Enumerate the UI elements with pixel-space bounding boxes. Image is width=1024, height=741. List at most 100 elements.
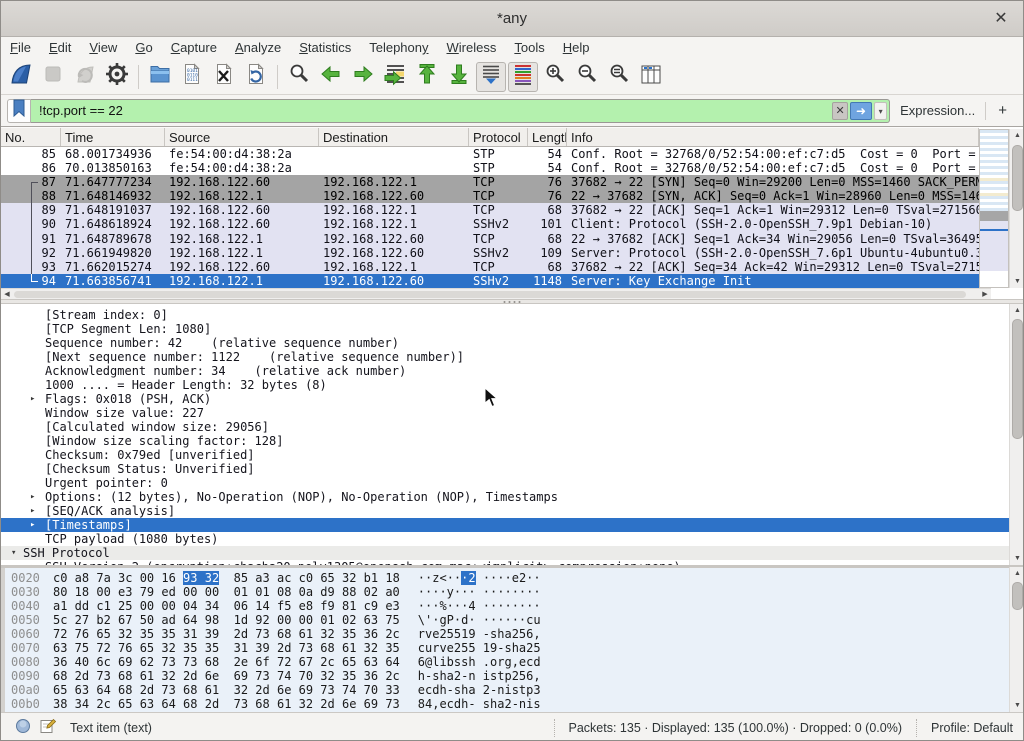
scroll-down-arrow[interactable]: ▼ — [1010, 699, 1024, 712]
column-header-no[interactable]: No. — [1, 128, 61, 146]
detail-line[interactable]: Acknowledgment number: 34 (relative ack … — [1, 364, 1009, 378]
column-header-length[interactable]: Length — [528, 128, 567, 146]
detail-line[interactable]: 1000 .... = Header Length: 32 bytes (8) — [1, 378, 1009, 392]
menu-view[interactable]: View — [80, 37, 126, 59]
packet-list-minimap[interactable] — [979, 129, 1009, 288]
detail-line[interactable]: Sequence number: 42 (relative sequence n… — [1, 336, 1009, 350]
hex-row[interactable]: 006072 76 65 32 35 35 31 39 2d 73 68 61 … — [1, 627, 1009, 641]
packet-list-horizontal-scrollbar[interactable]: ◀ ▶ — [1, 288, 991, 299]
scroll-down-arrow[interactable]: ▼ — [1010, 552, 1024, 565]
hex-row[interactable]: 009068 2d 73 68 61 32 2d 6e 69 73 74 70 … — [1, 669, 1009, 683]
file-open-button[interactable] — [145, 62, 175, 92]
detail-line[interactable]: [Stream index: 0] — [1, 308, 1009, 322]
detail-line[interactable]: ▸Flags: 0x018 (PSH, ACK) — [1, 392, 1009, 406]
menu-analyze[interactable]: Analyze — [226, 37, 290, 59]
capture-options-button[interactable] — [102, 62, 132, 92]
file-save-button[interactable]: 010101100111 — [177, 62, 207, 92]
close-button[interactable]: ✕ — [991, 9, 1011, 29]
packet-row[interactable]: 9171.648789678192.168.122.1192.168.122.6… — [1, 232, 979, 246]
detail-line[interactable]: Window size value: 227 — [1, 406, 1009, 420]
file-close-button[interactable] — [209, 62, 239, 92]
resize-columns-button[interactable] — [636, 62, 666, 92]
filter-history-dropdown[interactable]: ▾ — [874, 102, 887, 120]
scrollbar-thumb[interactable] — [1012, 145, 1023, 211]
capture-start-button[interactable] — [6, 62, 36, 92]
filter-bookmark-button[interactable] — [7, 99, 31, 123]
zoom-out-button[interactable] — [572, 62, 602, 92]
go-next-button[interactable] — [348, 62, 378, 92]
profile-status[interactable]: Profile: Default — [916, 719, 1023, 737]
go-last-button[interactable] — [444, 62, 474, 92]
go-first-button[interactable] — [412, 62, 442, 92]
column-header-protocol[interactable]: Protocol — [469, 128, 528, 146]
zoom-original-button[interactable] — [604, 62, 634, 92]
auto-scroll-button[interactable] — [476, 62, 506, 92]
packet-row[interactable]: 9471.663856741192.168.122.1192.168.122.6… — [1, 274, 979, 288]
hex-row[interactable]: 007063 75 72 76 65 32 35 35 31 39 2d 73 … — [1, 641, 1009, 655]
go-to-packet-button[interactable] — [380, 62, 410, 92]
menu-statistics[interactable]: Statistics — [290, 37, 360, 59]
column-header-source[interactable]: Source — [165, 128, 319, 146]
zoom-in-button[interactable] — [540, 62, 570, 92]
packet-row[interactable]: 8971.648191037192.168.122.60192.168.122.… — [1, 203, 979, 217]
detail-vertical-scrollbar[interactable]: ▲ ▼ — [1009, 304, 1024, 565]
detail-line[interactable]: TCP payload (1080 bytes) — [1, 532, 1009, 546]
colorize-button[interactable] — [508, 62, 538, 92]
packet-list-vertical-scrollbar[interactable]: ▲ ▼ — [1009, 129, 1024, 288]
scrollbar-thumb[interactable] — [1012, 582, 1023, 610]
detail-line[interactable]: ▾SSH Protocol — [1, 546, 1009, 560]
expander-closed-icon[interactable]: ▸ — [30, 504, 35, 518]
menu-help[interactable]: Help — [554, 37, 599, 59]
detail-line[interactable]: ▸[SEQ/ACK analysis] — [1, 504, 1009, 518]
expander-open-icon[interactable]: ▾ — [11, 546, 16, 560]
scroll-down-arrow[interactable]: ▼ — [1010, 275, 1024, 288]
scrollbar-thumb[interactable] — [14, 291, 966, 298]
packet-list-header[interactable]: No.TimeSourceDestinationProtocolLengthIn… — [1, 127, 979, 147]
packet-row[interactable]: 8670.013850163fe:54:00:d4:38:2aSTP54Conf… — [1, 161, 979, 175]
expander-closed-icon[interactable]: ▸ — [30, 518, 35, 532]
expression-button[interactable]: Expression... — [890, 103, 985, 118]
find-packet-button[interactable] — [284, 62, 314, 92]
column-header-destination[interactable]: Destination — [319, 128, 469, 146]
filter-clear-button[interactable]: ✕ — [832, 102, 848, 120]
hex-vertical-scrollbar[interactable]: ▲ ▼ — [1009, 567, 1024, 712]
menu-tools[interactable]: Tools — [505, 37, 553, 59]
hex-row[interactable]: 003080 18 00 e3 79 ed 00 00 01 01 08 0a … — [1, 585, 1009, 599]
filter-input[interactable]: !tcp.port == 22 ✕ ➜ ▾ — [31, 99, 890, 123]
expander-closed-icon[interactable]: ▸ — [30, 490, 35, 504]
packet-row[interactable]: 8871.648146932192.168.122.1192.168.122.6… — [1, 189, 979, 203]
file-reload-button[interactable] — [241, 62, 271, 92]
menu-capture[interactable]: Capture — [162, 37, 226, 59]
detail-line[interactable]: [Next sequence number: 1122 (relative se… — [1, 350, 1009, 364]
detail-line[interactable]: Checksum: 0x79ed [unverified] — [1, 448, 1009, 462]
column-header-time[interactable]: Time — [61, 128, 165, 146]
packet-row[interactable]: 9371.662015274192.168.122.60192.168.122.… — [1, 260, 979, 274]
detail-line[interactable]: ▸Options: (12 bytes), No-Operation (NOP)… — [1, 490, 1009, 504]
detail-line[interactable]: ▸[Timestamps] — [1, 518, 1009, 532]
expander-closed-icon[interactable]: ▸ — [30, 392, 35, 406]
detail-line[interactable]: [Calculated window size: 29056] — [1, 420, 1009, 434]
column-header-info[interactable]: Info — [567, 128, 979, 146]
scroll-up-arrow[interactable]: ▲ — [1010, 129, 1024, 142]
packet-row[interactable]: 8568.001734936fe:54:00:d4:38:2aSTP54Conf… — [1, 147, 979, 161]
hex-row[interactable]: 0020c0 a8 7a 3c 00 16 93 32 85 a3 ac c0 … — [1, 571, 1009, 585]
hex-row[interactable]: 008036 40 6c 69 62 73 73 68 2e 6f 72 67 … — [1, 655, 1009, 669]
detail-line[interactable]: [TCP Segment Len: 1080] — [1, 322, 1009, 336]
hex-row[interactable]: 00505c 27 b2 67 50 ad 64 98 1d 92 00 00 … — [1, 613, 1009, 627]
capture-comment-icon[interactable] — [40, 718, 56, 737]
go-previous-button[interactable] — [316, 62, 346, 92]
menu-telephony[interactable]: Telephony — [360, 37, 437, 59]
detail-line[interactable]: [Window size scaling factor: 128] — [1, 434, 1009, 448]
menu-wireless[interactable]: Wireless — [438, 37, 506, 59]
hex-row[interactable]: 00b038 34 2c 65 63 64 68 2d 73 68 61 32 … — [1, 697, 1009, 711]
filter-apply-button[interactable]: ➜ — [850, 102, 872, 120]
scrollbar-thumb[interactable] — [1012, 319, 1023, 439]
packet-row[interactable]: 8771.647777234192.168.122.60192.168.122.… — [1, 175, 979, 189]
detail-line[interactable]: Urgent pointer: 0 — [1, 476, 1009, 490]
expert-info-icon[interactable] — [15, 718, 31, 737]
hex-row[interactable]: 0040a1 dd c1 25 00 00 04 34 06 14 f5 e8 … — [1, 599, 1009, 613]
menu-edit[interactable]: Edit — [40, 37, 80, 59]
packet-row[interactable]: 9271.661949820192.168.122.1192.168.122.6… — [1, 246, 979, 260]
hex-row[interactable]: 00a065 63 64 68 2d 73 68 61 32 2d 6e 69 … — [1, 683, 1009, 697]
scroll-up-arrow[interactable]: ▲ — [1010, 567, 1024, 580]
